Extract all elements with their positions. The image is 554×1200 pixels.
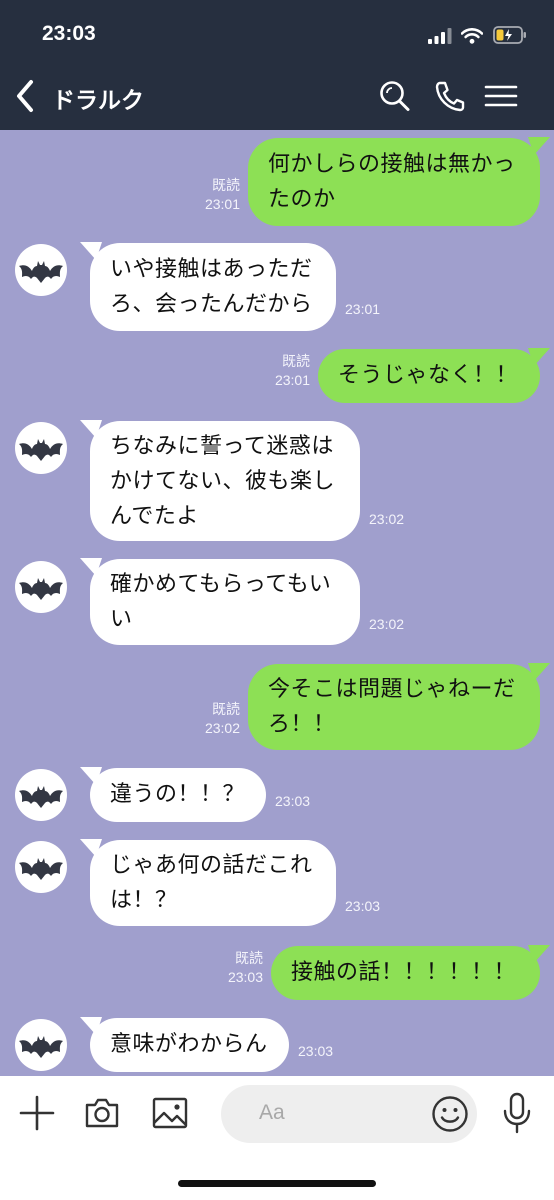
- bat-avatar-icon: [19, 858, 63, 880]
- contact-avatar[interactable]: [15, 422, 67, 474]
- bubble-tail: [528, 945, 550, 963]
- message-time: 23:03: [227, 969, 263, 985]
- received-message[interactable]: 確かめてもらってもい い: [80, 558, 360, 645]
- message-time: 23:02: [369, 616, 405, 632]
- message-meta: 既読 23:02: [190, 700, 240, 738]
- status-time: 23:03: [42, 22, 96, 45]
- bubble-tail: [528, 137, 550, 155]
- message-line: たのか: [268, 187, 336, 212]
- sent-message[interactable]: 接触の話！！！！！！: [271, 945, 550, 1000]
- message-line: 今そこは問題じゃねーだ: [268, 677, 516, 702]
- message-time: 23:01: [274, 372, 310, 388]
- sent-message[interactable]: そうじゃなく！！: [318, 348, 550, 403]
- message-input[interactable]: Aa: [221, 1085, 477, 1143]
- message-line: ろ！！: [268, 712, 336, 737]
- bubble-tail: [80, 767, 102, 785]
- message-time: 23:01: [345, 301, 381, 317]
- message-time: 23:02: [204, 720, 240, 736]
- hamburger-menu-icon[interactable]: [484, 78, 518, 114]
- message-input-bar: Aa: [0, 1076, 554, 1200]
- cellular-signal-icon: [428, 28, 452, 44]
- bat-avatar-icon: [19, 439, 63, 461]
- received-message[interactable]: 違うの！！？: [80, 767, 266, 822]
- bubble-tail: [528, 348, 550, 366]
- message-line: 何かしらの接触は無かっ: [268, 152, 516, 177]
- message-line: 接触の話！！！！！！: [291, 960, 517, 985]
- message-time: 23:03: [345, 898, 381, 914]
- received-message[interactable]: ちなみに誓って迷惑は かけてない、彼も楽し んでたよ: [80, 420, 360, 541]
- message-list[interactable]: 既読 23:01 何かしらの接触は無かっ たのか いや接触はあっただ ろ、会った…: [0, 130, 554, 1076]
- bat-avatar-icon: [19, 1036, 63, 1058]
- bubble-tail: [80, 242, 102, 260]
- message-line: 違うの！！？: [110, 782, 246, 807]
- input-placeholder: Aa: [259, 1101, 285, 1124]
- bubble-tail: [80, 420, 102, 438]
- read-receipt: 既読: [212, 177, 240, 193]
- contact-avatar[interactable]: [15, 769, 67, 821]
- contact-avatar[interactable]: [15, 244, 67, 296]
- plus-icon[interactable]: [18, 1094, 56, 1132]
- message-time: 23:03: [298, 1043, 334, 1059]
- message-line: そうじゃなく！！: [338, 363, 519, 388]
- contact-avatar[interactable]: [15, 841, 67, 893]
- bat-avatar-icon: [19, 578, 63, 600]
- message-line: は！？: [110, 888, 178, 913]
- search-icon[interactable]: [378, 78, 412, 114]
- image-icon[interactable]: [151, 1094, 189, 1132]
- microphone-icon[interactable]: [500, 1092, 534, 1134]
- camera-icon[interactable]: [83, 1094, 121, 1132]
- message-line: い: [110, 607, 133, 632]
- bubble-tail: [528, 663, 550, 681]
- contact-avatar[interactable]: [15, 561, 67, 613]
- message-meta: 既読 23:01: [260, 352, 310, 390]
- bubble-tail: [80, 839, 102, 857]
- smiley-icon[interactable]: [431, 1095, 469, 1133]
- message-time: 23:01: [204, 196, 240, 212]
- message-meta: 既読 23:03: [213, 949, 263, 987]
- message-meta: 既読 23:01: [190, 176, 240, 214]
- wifi-icon: [461, 28, 483, 44]
- read-receipt: 既読: [212, 701, 240, 717]
- message-line: 確かめてもらってもい: [110, 572, 332, 597]
- bubble-tail: [80, 1017, 102, 1035]
- back-button[interactable]: [8, 76, 42, 116]
- sent-message[interactable]: 何かしらの接触は無かっ たのか: [248, 137, 550, 226]
- phone-icon[interactable]: [432, 78, 466, 114]
- message-line: 意味がわからん: [110, 1032, 268, 1057]
- contact-avatar[interactable]: [15, 1019, 67, 1071]
- read-receipt: 既読: [235, 950, 263, 966]
- received-message[interactable]: じゃあ何の話だこれ は！？: [80, 839, 336, 926]
- read-receipt: 既読: [282, 353, 310, 369]
- message-line: じゃあ何の話だこれ: [110, 853, 313, 878]
- received-message[interactable]: いや接触はあっただ ろ、会ったんだから: [80, 242, 336, 331]
- message-line: かけてない、彼も楽し: [110, 469, 336, 494]
- sent-message[interactable]: 今そこは問題じゃねーだ ろ！！: [248, 663, 550, 750]
- message-line: いや接触はあっただ: [110, 257, 313, 282]
- message-time: 23:03: [275, 793, 311, 809]
- bat-avatar-icon: [19, 786, 63, 808]
- chat-title[interactable]: ドラルク: [52, 81, 144, 115]
- home-indicator[interactable]: [178, 1180, 376, 1187]
- message-time: 23:02: [369, 511, 405, 527]
- message-line: ろ、会ったんだから: [110, 292, 313, 317]
- bubble-tail: [80, 558, 102, 576]
- received-message[interactable]: 意味がわからん: [80, 1017, 289, 1072]
- chat-header: 23:03 ドラルク: [0, 0, 554, 130]
- message-line: ちなみに誓って迷惑は: [110, 434, 334, 459]
- battery-icon: [493, 26, 526, 44]
- message-line: んでたよ: [110, 504, 199, 529]
- bat-avatar-icon: [19, 261, 63, 283]
